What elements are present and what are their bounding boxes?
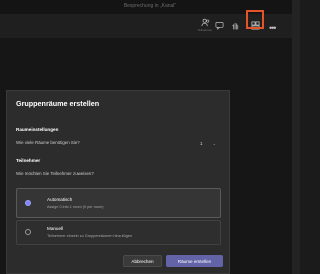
assign-question: Wie möchten Sie Teilnehmer zuweisen?: [16, 171, 94, 176]
option-manual-sub: Teilnehmer einzeln zu Gruppenräumen hinz…: [47, 234, 133, 238]
option-manual[interactable]: Manuell Teilnehmer einzeln zu Gruppenräu…: [16, 220, 221, 245]
dialog-title: Gruppenräume erstellen: [16, 99, 100, 108]
chevron-down-icon: ⌄: [212, 141, 216, 146]
radio-automatic[interactable]: [25, 200, 31, 206]
option-automatic[interactable]: Automatisch Assign 0 into 1 room (0 per …: [16, 188, 221, 218]
raise-hand-button[interactable]: [228, 18, 242, 32]
create-rooms-button[interactable]: Räume erstellen: [166, 255, 223, 267]
room-count-question: Wie viele Räume benötigen Sie?: [16, 140, 80, 145]
chat-button[interactable]: [212, 18, 226, 32]
more-actions-button[interactable]: •••: [269, 23, 277, 33]
breakout-rooms-highlight: [246, 10, 264, 29]
cancel-button[interactable]: Abbrechen: [123, 255, 162, 267]
right-edge-panel: [292, 0, 300, 274]
room-count-select[interactable]: 1 ⌄: [197, 139, 219, 148]
participants-heading: Teilnehmer: [16, 158, 41, 163]
option-automatic-sub: Assign 0 into 1 room (0 per room): [47, 205, 104, 209]
participants-button[interactable]: Teilnehmer: [198, 18, 212, 32]
participants-caption: Teilnehmer: [197, 28, 213, 32]
window-title: Besprechung in „Kanal": [123, 3, 177, 9]
chat-icon: [215, 21, 223, 30]
room-settings-heading: Raumeinstellungen: [16, 127, 59, 132]
hand-icon: [231, 22, 238, 29]
people-icon: [201, 18, 209, 27]
option-automatic-label: Automatisch: [47, 197, 73, 202]
create-breakout-rooms-dialog: Gruppenräume erstellen Raumeinstellungen…: [6, 90, 230, 274]
radio-manual[interactable]: [25, 229, 31, 235]
room-count-value: 1: [200, 141, 203, 146]
option-manual-label: Manuell: [47, 226, 64, 231]
